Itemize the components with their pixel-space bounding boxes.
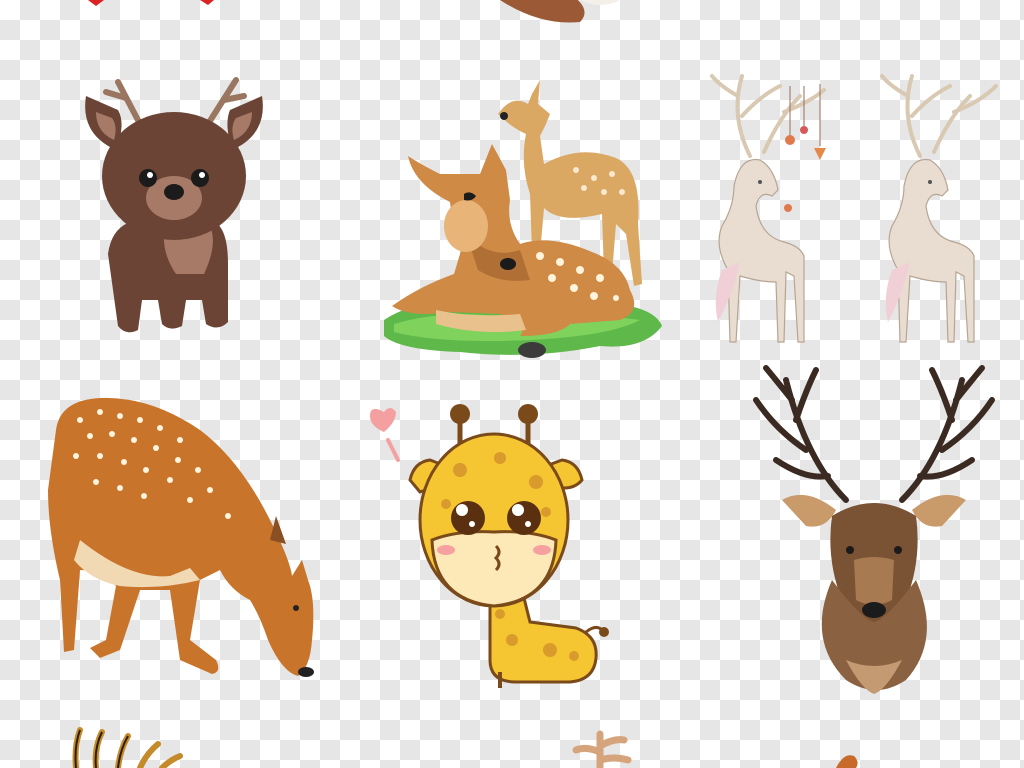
heart-icon bbox=[370, 408, 396, 432]
cartoon-brown-deer bbox=[85, 77, 263, 333]
cropped-red-fragment bbox=[88, 0, 214, 6]
transparent-canvas bbox=[0, 0, 1024, 768]
partial-fragment-bottom-right bbox=[836, 755, 858, 768]
spotted-sika-deer-grazing bbox=[48, 397, 314, 677]
partial-antlers-bottom-center bbox=[572, 730, 632, 768]
cartoon-giraffe-with-heart bbox=[370, 404, 609, 688]
white-watercolor-deer-left bbox=[710, 74, 826, 343]
white-watercolor-deer-right bbox=[880, 74, 998, 343]
partial-antlers-bottom-left bbox=[72, 727, 183, 768]
cropped-brown-fragment bbox=[500, 0, 620, 23]
fawn-and-doe-on-grass bbox=[384, 80, 662, 358]
watercolor-stag-head bbox=[753, 365, 995, 694]
